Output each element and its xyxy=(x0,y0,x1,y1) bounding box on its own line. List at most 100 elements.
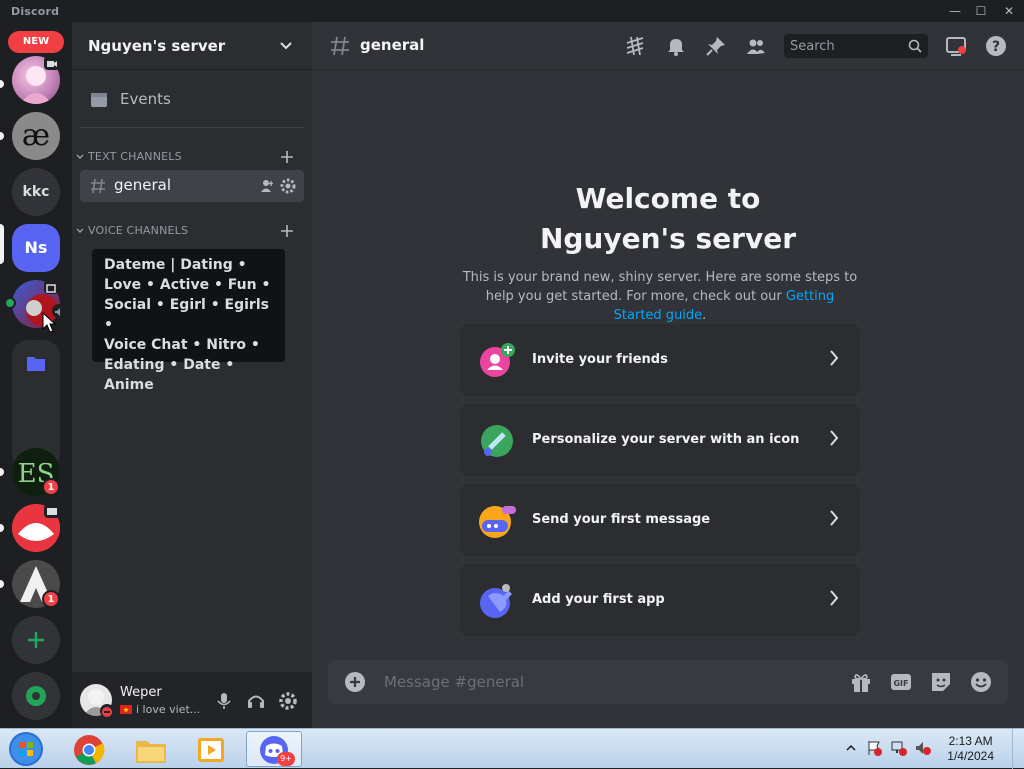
start-button-icon[interactable] xyxy=(6,730,46,768)
close-button[interactable]: ✕ xyxy=(996,2,1022,20)
welcome-subtitle-end: . xyxy=(702,308,707,323)
mention-badge: 1 xyxy=(42,478,60,496)
system-clock[interactable]: 2:13 AM 1/4/2024 xyxy=(947,734,994,764)
chrome-icon xyxy=(74,735,105,765)
chevron-down-icon xyxy=(76,228,84,233)
invite-member-icon[interactable] xyxy=(260,179,274,193)
message-icon xyxy=(479,506,516,538)
unread-pill xyxy=(0,132,4,140)
message-composer[interactable]: Message #general GIF xyxy=(328,660,1008,704)
chevron-right-icon xyxy=(830,430,839,446)
tooltip-line: Voice Chat • Nitro • xyxy=(104,337,260,353)
search-input[interactable]: Search xyxy=(784,34,928,58)
card-label: Send your first message xyxy=(532,512,711,527)
server-name: Nguyen's server xyxy=(88,37,226,55)
send-message-card[interactable]: Send your first message xyxy=(460,484,860,556)
svg-text:æ: æ xyxy=(22,118,50,153)
calendar-indicator-icon xyxy=(44,280,58,294)
plus-icon xyxy=(28,632,44,648)
server-icon-ae[interactable]: æ xyxy=(12,112,60,160)
vietnam-flag-icon xyxy=(120,705,132,714)
events-item[interactable]: Events xyxy=(80,82,304,116)
channel-title: general xyxy=(360,36,425,54)
attach-plus-icon[interactable] xyxy=(344,671,366,693)
calendar-icon xyxy=(91,93,107,107)
tooltip-line: Social • Egirl • Egirls • xyxy=(104,297,269,333)
chevron-right-icon xyxy=(830,510,839,526)
add-channel-icon[interactable] xyxy=(280,150,294,164)
taskbar: 9+ 2:13 AM 1/4/2024 xyxy=(0,728,1024,769)
category-label: TEXT CHANNELS xyxy=(88,150,182,163)
server-icon-ns[interactable]: Ns xyxy=(12,224,60,272)
volume-muted-icon[interactable] xyxy=(914,740,932,756)
network-icon[interactable] xyxy=(890,740,908,756)
maximize-button[interactable]: ☐ xyxy=(968,2,994,20)
media-player-icon xyxy=(198,738,224,762)
unread-pill xyxy=(0,80,4,88)
hashtag-icon xyxy=(331,36,349,56)
show-desktop-button[interactable] xyxy=(1012,729,1024,769)
member-list-icon[interactable] xyxy=(745,35,767,57)
microphone-icon[interactable] xyxy=(214,691,234,711)
hashtag-icon xyxy=(91,178,105,194)
user-panel: Weper i love viet... xyxy=(72,672,312,728)
headphones-icon[interactable] xyxy=(246,691,266,711)
welcome-title-line1: Welcome to xyxy=(575,182,761,215)
voice-channels-category[interactable]: VOICE CHANNELS xyxy=(76,222,308,240)
inbox-icon[interactable] xyxy=(945,35,967,57)
sticker-icon[interactable] xyxy=(930,671,952,693)
add-app-card[interactable]: Add your first app xyxy=(460,564,860,636)
channel-label: general xyxy=(114,176,172,194)
tooltip-line: Edating • Date • Anime xyxy=(104,357,235,393)
svg-text:?: ? xyxy=(992,39,1000,55)
gear-icon[interactable] xyxy=(280,178,296,194)
discover-button[interactable] xyxy=(12,672,60,720)
server-rail: NEW æ kkc Ns ES 1 1 xyxy=(0,22,72,728)
app-title: Discord xyxy=(11,5,60,18)
server-header[interactable]: Nguyen's server xyxy=(72,22,312,70)
new-badge[interactable]: NEW xyxy=(8,31,64,53)
main-content: general Search ? Welcome to Nguyen's ser… xyxy=(312,22,1024,728)
add-channel-icon[interactable] xyxy=(280,224,294,238)
taskbar-chrome[interactable] xyxy=(62,731,118,767)
gif-icon[interactable]: GIF xyxy=(890,671,912,693)
clock-date: 1/4/2024 xyxy=(947,749,994,763)
channel-item-general[interactable]: general xyxy=(80,170,304,202)
taskbar-explorer[interactable] xyxy=(124,731,180,767)
welcome-subtitle: This is your brand new, shiny server. He… xyxy=(460,268,860,325)
composer-placeholder: Message #general xyxy=(384,673,525,691)
emoji-icon[interactable] xyxy=(970,671,992,693)
show-hidden-icons-icon[interactable] xyxy=(846,743,856,753)
screen-share-indicator-icon xyxy=(44,504,60,518)
server-icon-kkc[interactable]: kkc xyxy=(12,168,60,216)
notification-badge: 9+ xyxy=(277,752,295,766)
taskbar-discord[interactable]: 9+ xyxy=(246,731,302,767)
clock-time: 2:13 AM xyxy=(948,734,993,748)
folder-icon xyxy=(136,741,166,763)
user-settings-icon[interactable] xyxy=(278,691,298,711)
folder-icon xyxy=(27,357,45,371)
unread-pill xyxy=(0,468,4,476)
gift-icon[interactable] xyxy=(850,671,872,693)
divider xyxy=(80,127,304,128)
minimize-button[interactable]: — xyxy=(942,2,968,20)
help-icon[interactable]: ? xyxy=(985,35,1007,57)
taskbar-media-player[interactable] xyxy=(184,731,240,767)
tooltip-line: Dateme | Dating • xyxy=(104,257,247,273)
text-channels-category[interactable]: TEXT CHANNELS xyxy=(76,148,308,166)
channel-header: general Search ? xyxy=(312,22,1024,70)
bell-icon[interactable] xyxy=(665,35,687,57)
category-label: VOICE CHANNELS xyxy=(88,224,189,237)
app-icon xyxy=(480,584,512,618)
add-server-button[interactable] xyxy=(12,616,60,664)
search-placeholder: Search xyxy=(790,39,835,54)
unread-pill xyxy=(0,524,4,532)
pin-icon[interactable] xyxy=(705,35,727,57)
chevron-down-icon xyxy=(280,42,292,50)
events-label: Events xyxy=(120,90,171,108)
personalize-server-card[interactable]: Personalize your server with an icon xyxy=(460,404,860,476)
action-center-icon[interactable] xyxy=(866,740,882,756)
threads-icon[interactable] xyxy=(624,35,646,57)
chevron-right-icon xyxy=(830,350,839,366)
invite-friends-card[interactable]: Invite your friends xyxy=(460,324,860,396)
